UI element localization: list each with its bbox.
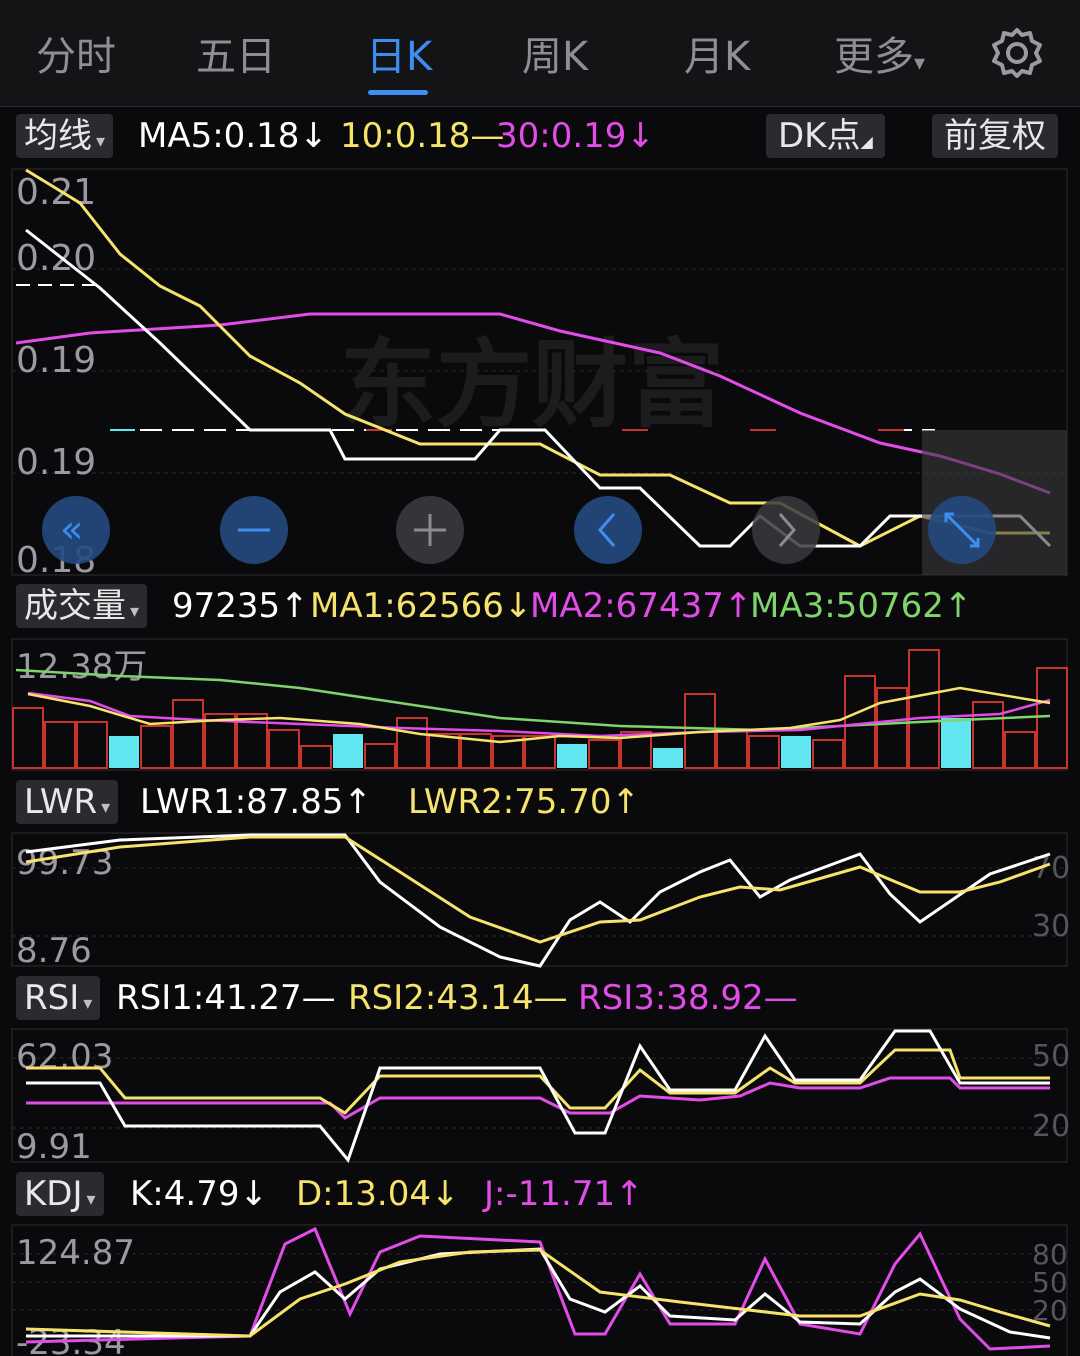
volume-bar (44, 721, 76, 769)
volume-ma2-value: MA2:67437↑ (530, 586, 753, 626)
tab-more[interactable]: 更多▾ (834, 24, 925, 82)
kdj-chart[interactable]: 124.87 -23.34 80 50 20 (0, 1224, 1080, 1356)
volume-bar (172, 699, 204, 769)
indicator-selector-lwr[interactable]: LWR ▾ (16, 780, 119, 824)
kdj-j-line (25, 1226, 1051, 1351)
tab-daily-k[interactable]: 日K (366, 24, 432, 82)
volume-bar (748, 735, 780, 769)
kdj-k-value: K:4.79↓ (130, 1174, 268, 1214)
volume-bar (588, 739, 620, 769)
lwr1-value: LWR1:87.85↑ (140, 782, 372, 822)
volume-bar (428, 733, 460, 769)
volume-bar (268, 729, 300, 769)
volume-bar (76, 721, 108, 769)
scroll-left-button[interactable] (574, 496, 642, 564)
indicator-selector-volume[interactable]: 成交量 ▾ (16, 584, 148, 628)
volume-bar (941, 718, 971, 768)
rsi-ref-line-label: 20 (1032, 1109, 1070, 1144)
lwr1-line (25, 833, 1051, 968)
kdj-j-value: J:-11.71↑ (484, 1174, 644, 1214)
ma10-value: 10:0.18— (340, 116, 505, 156)
price-axis-label: 0.19 (16, 442, 96, 483)
kdj-d-value: D:13.04↓ (296, 1174, 460, 1214)
volume-bar (972, 701, 1004, 769)
volume-bar (781, 736, 811, 768)
lwr-ref-line-label: 30 (1032, 909, 1070, 944)
rsi2-value: RSI2:43.14— (348, 978, 568, 1018)
volume-value: 97235↑ (172, 586, 309, 626)
volume-bar (1036, 667, 1068, 769)
volume-bar (300, 745, 332, 769)
settings-gear-icon[interactable] (990, 26, 1044, 80)
rsi-chart[interactable]: 62.03 9.91 50 20 (0, 1028, 1080, 1164)
active-tab-indicator (368, 90, 428, 95)
scroll-right-button[interactable] (752, 496, 820, 564)
rsi3-value: RSI3:38.92— (578, 978, 798, 1018)
tab-five-day[interactable]: 五日 (196, 24, 276, 82)
volume-bar (333, 734, 363, 768)
period-tab-bar: 分时 五日 日K 周K 月K 更多▾ (0, 0, 1080, 107)
volume-bar (1004, 731, 1036, 769)
adjust-price-button[interactable]: 前复权 (932, 114, 1058, 158)
price-axis-label: 0.20 (16, 238, 96, 279)
volume-bar (524, 735, 556, 769)
volume-bar (364, 743, 396, 769)
rsi-axis-top: 62.03 (16, 1037, 113, 1077)
volume-ma1-value: MA1:62566↓ (310, 586, 533, 626)
lwr-axis-bottom: 8.76 (16, 931, 92, 968)
indicator-selector-ma[interactable]: 均线 ▾ (16, 114, 114, 158)
volume-bar (653, 748, 683, 768)
watermark: 东方财富 (340, 329, 724, 441)
kdj-axis-top: 124.87 (16, 1233, 135, 1273)
volume-bar (908, 649, 940, 769)
tab-weekly-k[interactable]: 周K (522, 24, 588, 82)
volume-bar (12, 707, 44, 769)
price-axis-label: 0.19 (16, 340, 96, 381)
volume-axis-label: 12.38万 (16, 647, 147, 687)
volume-bar (109, 736, 139, 768)
volume-ma3-value: MA3:50762↑ (750, 586, 973, 626)
volume-bar (716, 729, 748, 769)
double-chevron-left-icon: « (60, 507, 83, 551)
dk-point-button[interactable]: DK点◢ (766, 114, 885, 158)
volume-bar (812, 739, 844, 769)
lwr-chart[interactable]: 99.73 8.76 70 30 (0, 832, 1080, 968)
volume-chart[interactable]: 12.38万 (0, 638, 1080, 772)
indicator-selector-rsi[interactable]: RSI ▾ (16, 976, 101, 1020)
indicator-selector-kdj[interactable]: KDJ ▾ (16, 1172, 104, 1216)
volume-bars (12, 649, 1068, 769)
ma30-value: 30:0.19↓ (496, 116, 655, 156)
rsi-ref-line-label: 50 (1032, 1039, 1070, 1074)
tab-monthly-k[interactable]: 月K (684, 24, 750, 82)
volume-bar (557, 744, 587, 768)
tab-intraday[interactable]: 分时 (36, 24, 116, 82)
volume-bar (396, 717, 428, 769)
rsi-axis-bottom: 9.91 (16, 1127, 92, 1164)
ma5-value: MA5:0.18↓ (138, 116, 328, 156)
lwr2-value: LWR2:75.70↑ (408, 782, 640, 822)
volume-bar (140, 725, 172, 769)
lwr2-line (25, 835, 1051, 944)
rsi1-value: RSI1:41.27— (116, 978, 336, 1018)
price-chart[interactable]: 东方财富 0.21 0.20 0.19 0.19 0.18 « (0, 168, 1080, 578)
